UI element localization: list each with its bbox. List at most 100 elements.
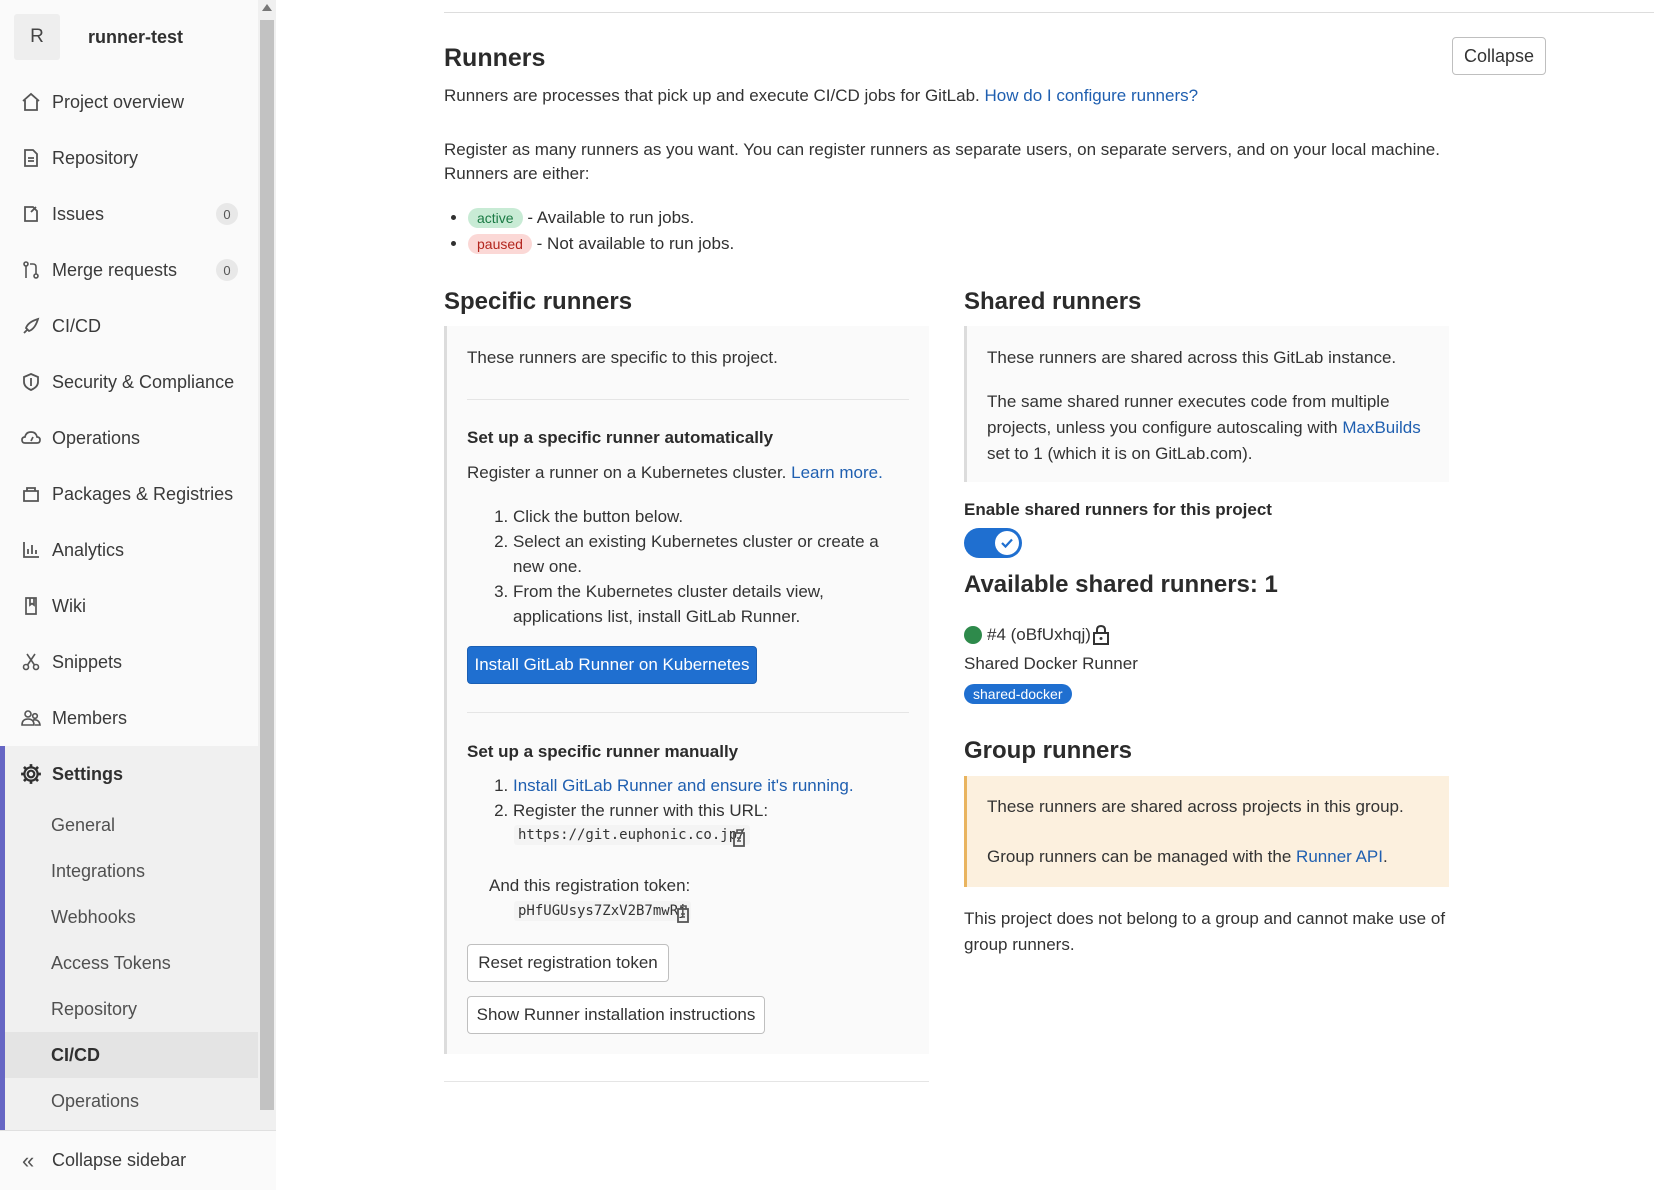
check-icon	[1001, 538, 1013, 549]
divider	[467, 399, 909, 400]
sidebar-item-ci-cd[interactable]: CI/CD	[0, 298, 258, 354]
registration-token-value: pHfUGUsys7ZxV2B7mwRj	[514, 901, 691, 921]
runner-states-list: active - Available to run jobs. paused -…	[444, 205, 734, 257]
issues-count-badge: 0	[216, 203, 238, 225]
runner-id[interactable]: #4 (oBfUxhqj)	[987, 622, 1091, 648]
sidebar-item-operations[interactable]: Operations	[0, 410, 258, 466]
sidebar-item-issues[interactable]: Issues 0	[0, 186, 258, 242]
specific-runners-title: Specific runners	[444, 288, 633, 315]
show-runner-instructions-button[interactable]: Show Runner installation instructions	[467, 996, 765, 1034]
issues-icon	[20, 203, 42, 225]
enable-shared-runners-toggle[interactable]	[964, 528, 1022, 558]
sidebar-item-settings[interactable]: Settings	[5, 746, 258, 802]
shared-desc-tail: set to 1 (which it is on GitLab.com).	[987, 444, 1253, 463]
state-description: - Not available to run jobs.	[536, 234, 735, 253]
group-desc-tail: .	[1383, 847, 1388, 866]
register-text-2: Runners are either:	[444, 164, 590, 183]
sidebar-item-label: Packages & Registries	[52, 483, 234, 504]
project-header[interactable]: R runner-test	[14, 14, 183, 60]
sidebar-item-label: Settings	[52, 763, 124, 784]
sidebar-item-repository[interactable]: Repository	[0, 130, 258, 186]
settings-section: Settings General Integrations Webhooks A…	[0, 746, 258, 1132]
auto-setup-desc-text: Register a runner on a Kubernetes cluste…	[467, 463, 787, 482]
settings-sub-access-tokens[interactable]: Access Tokens	[5, 940, 258, 986]
document-icon	[20, 147, 42, 169]
sidebar-item-label: CI/CD	[52, 315, 101, 336]
install-gitlab-runner-link[interactable]: Install GitLab Runner and ensure it's ru…	[513, 776, 854, 795]
group-runners-panel	[964, 776, 1449, 887]
sidebar-item-project-overview[interactable]: Project overview	[0, 74, 258, 130]
sidebar-item-packages-registries[interactable]: Packages & Registries	[0, 466, 258, 522]
scissors-icon	[20, 651, 42, 673]
sidebar-item-label: Snippets	[52, 651, 123, 672]
settings-sub-repository[interactable]: Repository	[5, 986, 258, 1032]
token-label: And this registration token:	[489, 876, 691, 895]
runner-api-link[interactable]: Runner API	[1296, 847, 1383, 866]
gear-icon	[20, 763, 42, 785]
project-avatar[interactable]: R	[14, 14, 60, 60]
list-item: paused - Not available to run jobs.	[468, 231, 734, 257]
merge-request-icon	[20, 259, 42, 281]
runners-intro: Runners are processes that pick up and e…	[444, 83, 1444, 109]
list-item: Select an existing Kubernetes cluster or…	[513, 529, 909, 579]
home-icon	[20, 91, 42, 113]
list-item: From the Kubernetes cluster details view…	[513, 579, 909, 629]
sidebar-item-label: Merge requests	[52, 259, 178, 280]
list-item: active - Available to run jobs.	[468, 205, 734, 231]
copy-url-icon[interactable]	[730, 828, 750, 848]
sidebar: R runner-test Project overview Repositor…	[0, 0, 276, 1190]
toggle-knob	[995, 531, 1019, 555]
divider	[444, 1081, 929, 1082]
maxbuilds-link[interactable]: MaxBuilds	[1342, 418, 1420, 437]
sidebar-item-merge-requests[interactable]: Merge requests 0	[0, 242, 258, 298]
collapse-button[interactable]: Collapse	[1452, 37, 1546, 75]
specific-runners-desc: These runners are specific to this proje…	[467, 348, 778, 367]
sidebar-item-label: Analytics	[52, 539, 125, 560]
sidebar-item-label: Members	[52, 707, 128, 728]
rocket-icon	[20, 315, 42, 337]
group-desc-text: Group runners can be managed with the	[987, 847, 1292, 866]
collapse-sidebar-label: Collapse sidebar	[52, 1150, 187, 1170]
auto-setup-title: Set up a specific runner automatically	[467, 428, 774, 447]
reset-registration-token-button[interactable]: Reset registration token	[467, 944, 669, 982]
install-runner-kubernetes-button[interactable]: Install GitLab Runner on Kubernetes	[467, 646, 757, 684]
sidebar-item-label: Issues	[52, 203, 105, 224]
runner-tag: shared-docker	[964, 684, 1072, 704]
shield-icon	[20, 371, 42, 393]
users-icon	[20, 707, 42, 729]
runner-online-status-icon	[964, 626, 982, 644]
top-divider	[444, 12, 1654, 13]
list-item: Click the button below.	[513, 504, 909, 529]
scroll-up-arrow-icon[interactable]	[262, 4, 272, 11]
configure-runners-link[interactable]: How do I configure runners?	[985, 86, 1199, 105]
manual-setup-title: Set up a specific runner manually	[467, 742, 739, 761]
shared-runners-title: Shared runners	[964, 288, 1142, 315]
available-shared-runners-title: Available shared runners: 1	[964, 571, 1278, 598]
registration-token: pHfUGUsys7ZxV2B7mwRj	[514, 901, 691, 921]
register-text-1: Register as many runners as you want. Yo…	[444, 140, 1440, 159]
scrollbar-thumb[interactable]	[260, 20, 274, 1110]
runners-intro-text: Runners are processes that pick up and e…	[444, 86, 980, 105]
auto-setup-steps: Click the button below. Select an existi…	[467, 504, 909, 629]
settings-sub-integrations[interactable]: Integrations	[5, 848, 258, 894]
main-content: Runners Collapse Runners are processes t…	[276, 0, 1656, 1190]
sidebar-item-snippets[interactable]: Snippets	[0, 634, 258, 690]
group-runners-desc-2: Group runners can be managed with the Ru…	[987, 844, 1388, 870]
settings-sub-operations[interactable]: Operations	[5, 1078, 258, 1124]
sidebar-item-security-compliance[interactable]: Security & Compliance	[0, 354, 258, 410]
settings-sub-general[interactable]: General	[5, 802, 258, 848]
project-name[interactable]: runner-test	[88, 27, 183, 48]
sidebar-item-wiki[interactable]: Wiki	[0, 578, 258, 634]
sidebar-item-analytics[interactable]: Analytics	[0, 522, 258, 578]
settings-sub-ci-cd[interactable]: CI/CD	[5, 1032, 258, 1078]
learn-more-link[interactable]: Learn more.	[791, 463, 883, 482]
group-runners-note: This project does not belong to a group …	[964, 909, 1446, 954]
paused-badge: paused	[468, 234, 532, 254]
sidebar-item-label: Project overview	[52, 91, 185, 112]
sidebar-item-members[interactable]: Members	[0, 690, 258, 746]
settings-sub-webhooks[interactable]: Webhooks	[5, 894, 258, 940]
collapse-sidebar-button[interactable]: « Collapse sidebar	[0, 1130, 276, 1190]
sidebar-scrollbar[interactable]	[258, 0, 276, 1130]
copy-token-icon[interactable]	[674, 904, 694, 924]
shared-runners-desc-1: These runners are shared across this Git…	[987, 348, 1397, 367]
